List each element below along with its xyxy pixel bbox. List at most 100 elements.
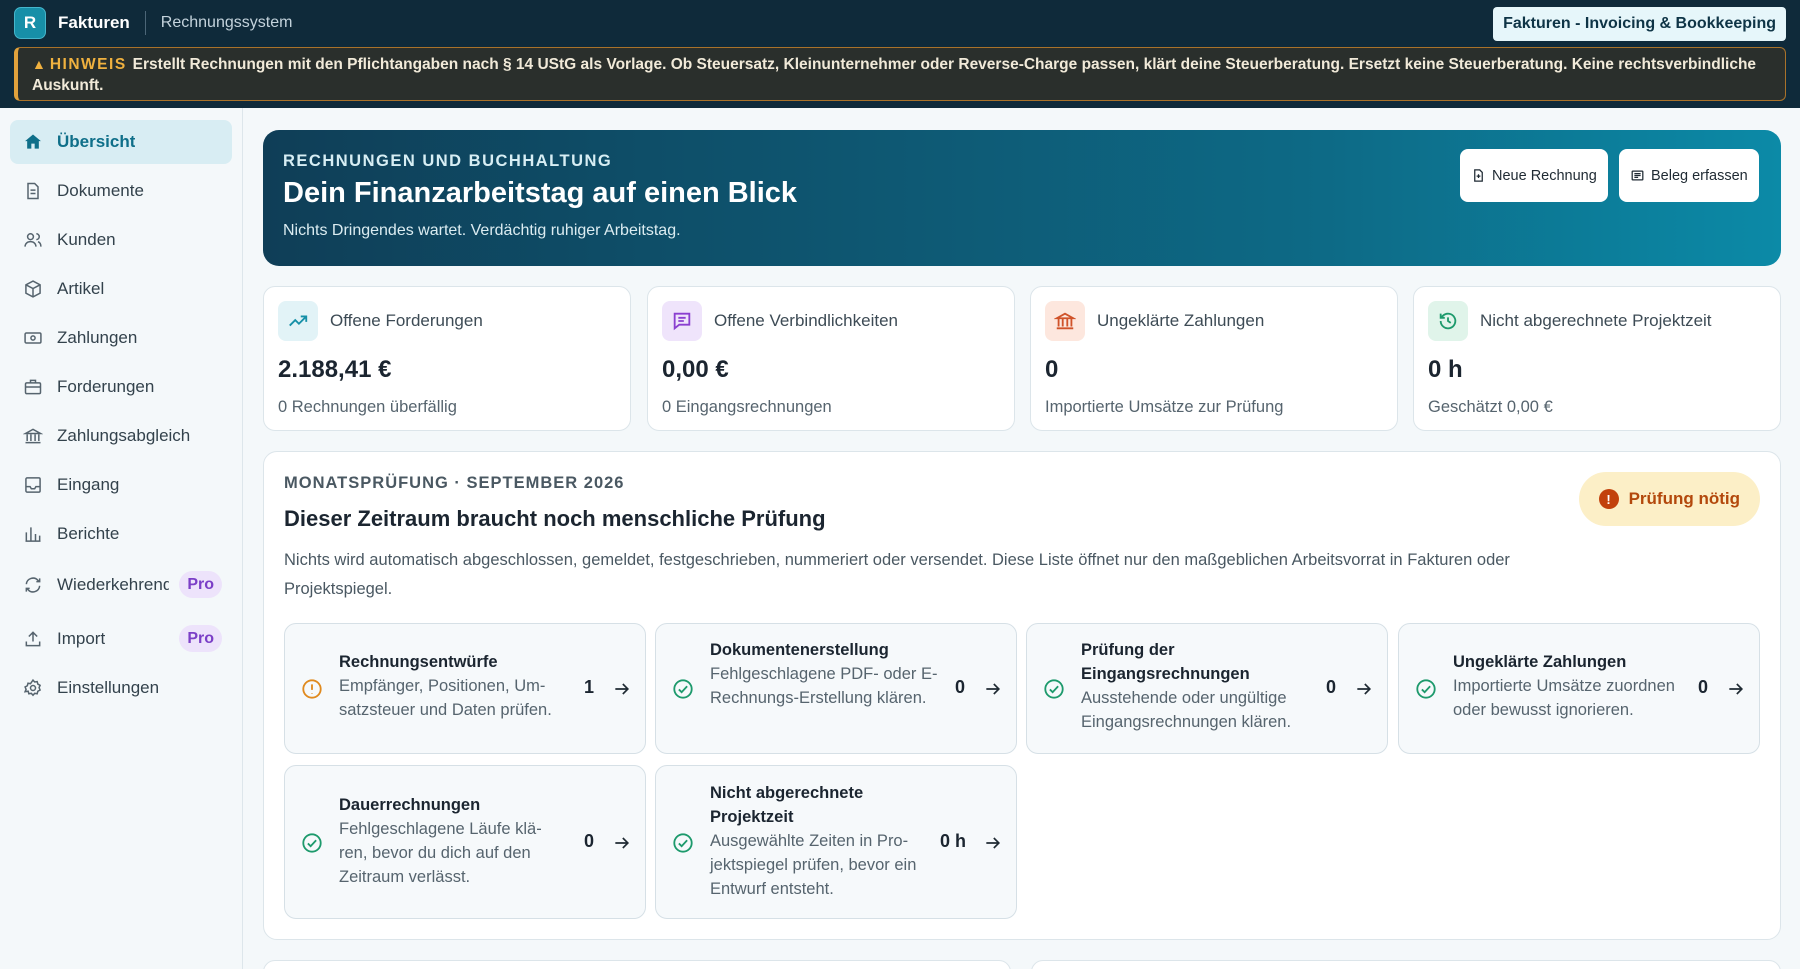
new-invoice-button[interactable]: Neue Rechnung: [1460, 149, 1608, 202]
status-label: Prüfung nötig: [1628, 489, 1740, 508]
sidebar-item-berichte[interactable]: Berichte: [10, 512, 232, 556]
app-subtitle: Rechnungssystem: [160, 14, 293, 31]
sidebar-item-eingang[interactable]: Eingang: [10, 463, 232, 507]
sidebar-item-zahlungsabgleich[interactable]: Zahlungsabgleich: [10, 414, 232, 458]
bottom-card: [263, 960, 1011, 969]
sidebar: Übersicht Dokumente Kunden Artikel Zahlu…: [0, 108, 243, 969]
task-projektzeit[interactable]: Nicht abgerechnete Projektzeit Ausgewähl…: [655, 765, 1017, 919]
notice-text: Erstellt Rechnungen mit den Pflichtangab…: [32, 56, 1757, 94]
status-badge: ! Prüfung nötig: [1578, 472, 1760, 526]
warning-circle-icon: [302, 679, 322, 699]
message-icon: [662, 301, 702, 341]
repeat-icon: [22, 574, 44, 596]
month-title: Dieser Zeitraum braucht noch menschliche…: [284, 506, 826, 531]
arrow-right-icon: [615, 837, 630, 849]
sidebar-item-dokumente[interactable]: Dokumente: [10, 169, 232, 213]
task-dauerrechnungen[interactable]: Dauerrechnungen Fehlgeschlagene Läufe kl…: [284, 765, 646, 919]
task-dokumentenerstellung[interactable]: Dokumentenerstellung Fehlgeschlagene PDF…: [655, 623, 1017, 754]
alert-icon: !: [1598, 489, 1619, 509]
pro-badge: Pro: [179, 571, 222, 598]
arrow-right-icon: [1729, 683, 1744, 695]
task-title: Rechnungsentwürfe: [339, 653, 498, 671]
kpi-card-projektzeit[interactable]: Nicht abgerechnete Projektzeit 0 h Gesch…: [1413, 286, 1781, 431]
pro-badge: Pro: [179, 625, 222, 652]
check-circle-icon: [1044, 679, 1064, 699]
kpi-card-ungeklaerte-zahlungen[interactable]: Ungeklärte Zahlungen 0 Importierte Umsät…: [1030, 286, 1398, 431]
notice-tag: HINWEIS: [49, 56, 127, 73]
brand-label: Fakturen - Invoicing & Bookkeeping: [1493, 7, 1786, 41]
sidebar-item-label: Berichte: [57, 524, 120, 543]
task-body: Fehlgeschlagene Läufe klä-ren, bevor du …: [339, 820, 542, 886]
divider: [144, 11, 146, 35]
app-logo[interactable]: R: [14, 7, 46, 39]
month-review-panel: MONATSPRÜFUNG · SEPTEMBER 2026 Dieser Ze…: [263, 451, 1781, 940]
sidebar-item-label: Wiederkehrende Rechnungen: [57, 575, 169, 594]
hero-subtitle: Nichts Dringendes wartet. Verdächtig ruh…: [283, 222, 681, 239]
kpi-note: Importierte Umsätze zur Prüfung: [1045, 398, 1284, 416]
sidebar-item-wiederkehrende[interactable]: Wiederkehrende Rechnungen Pro: [10, 561, 232, 609]
month-description: Nichts wird automatisch abgeschlossen, g…: [284, 551, 1510, 598]
sidebar-item-import[interactable]: Import Pro: [10, 615, 232, 663]
kpi-note: 0 Rechnungen überfällig: [278, 398, 457, 416]
month-eyebrow: MONATSPRÜFUNG · SEPTEMBER 2026: [284, 474, 625, 492]
task-ungeklaerte-zahlungen[interactable]: Ungeklärte Zahlungen Importierte Umsätze…: [1398, 623, 1760, 754]
sidebar-item-einstellungen[interactable]: Einstellungen: [10, 666, 232, 710]
task-count: 0: [1698, 677, 1709, 697]
bar-chart-icon: [22, 523, 44, 545]
kpi-label: Nicht abgerechnete Projektzeit: [1480, 311, 1712, 330]
sidebar-item-kunden[interactable]: Kunden: [10, 218, 232, 262]
kpi-value: 2.188,41 €: [278, 356, 392, 383]
arrow-right-icon: [986, 683, 1001, 695]
kpi-value: 0 h: [1428, 356, 1463, 383]
warning-icon: ▲: [32, 56, 46, 72]
sidebar-item-forderungen[interactable]: Forderungen: [10, 365, 232, 409]
add-receipt-button[interactable]: Beleg erfassen: [1619, 149, 1759, 202]
task-title: Nicht abgerechnete Projektzeit: [710, 784, 864, 826]
check-circle-icon: [1416, 679, 1436, 699]
sidebar-item-label: Artikel: [57, 279, 105, 298]
task-eingangsrechnungen[interactable]: Prüfung der Eingangsrechnungen Ausstehen…: [1026, 623, 1388, 754]
arrow-right-icon: [1357, 683, 1372, 695]
task-rechnungsentwuerfe[interactable]: Rechnungsentwürfe Empfänger, Positionen,…: [284, 623, 646, 754]
task-count: 0: [584, 831, 595, 851]
kpi-note: Geschätzt 0,00 €: [1428, 398, 1553, 416]
task-title: Dokumentenerstellung: [710, 641, 889, 659]
bank-icon: [22, 425, 44, 447]
kpi-value: 0: [1045, 356, 1059, 383]
sidebar-item-label: Einstellungen: [57, 678, 160, 697]
sidebar-item-label: Forderungen: [57, 377, 155, 396]
sidebar-item-label: Eingang: [57, 475, 120, 494]
sidebar-item-zahlungen[interactable]: Zahlungen: [10, 316, 232, 360]
kpi-label: Ungeklärte Zahlungen: [1097, 311, 1265, 330]
kpi-label: Offene Verbindlichkeiten: [714, 311, 898, 330]
task-count: 0 h: [940, 831, 967, 851]
task-count: 0: [955, 677, 966, 697]
history-icon: [1428, 301, 1468, 341]
task-title: Ungeklärte Zahlungen: [1453, 653, 1627, 671]
kpi-card-offene-verbindlichkeiten[interactable]: Offene Verbindlichkeiten 0,00 € 0 Eingan…: [647, 286, 1015, 431]
sidebar-item-label: Import: [57, 629, 106, 648]
task-count: 0: [1326, 677, 1337, 697]
sidebar-item-label: Zahlungsabgleich: [57, 426, 191, 445]
new-invoice-label: Neue Rechnung: [1492, 167, 1597, 184]
check-circle-icon: [673, 833, 693, 853]
sidebar-item-uebersicht[interactable]: Übersicht: [10, 120, 232, 164]
task-title: Prüfung der Eingangsrechnungen: [1081, 641, 1250, 683]
top-bar: R Fakturen Rechnungssystem Fakturen - In…: [0, 0, 1800, 108]
task-body: Ausstehende oder ungültige Eingangsrechn…: [1081, 689, 1292, 731]
task-title: Dauerrechnungen: [339, 796, 481, 814]
bank-icon: [1045, 301, 1085, 341]
kpi-card-offene-forderungen[interactable]: Offene Forderungen 2.188,41 € 0 Rechnung…: [263, 286, 631, 431]
sidebar-item-artikel[interactable]: Artikel: [10, 267, 232, 311]
legal-notice-banner: ▲ HINWEIS Erstellt Rechnungen mit den Pfli…: [14, 47, 1786, 101]
check-circle-icon: [673, 679, 693, 699]
hero-banner: RECHNUNGEN UND BUCHHALTUNG Dein Finanzar…: [263, 130, 1781, 266]
check-circle-icon: [302, 833, 322, 853]
task-body: Importierte Umsätze zuordnen oder bewuss…: [1453, 677, 1675, 719]
task-body: Ausgewählte Zeiten in Pro-jektspiegel pr…: [710, 832, 917, 898]
sidebar-item-label: Zahlungen: [57, 328, 138, 347]
home-icon: [22, 131, 44, 153]
upload-icon: [22, 628, 44, 650]
trending-up-icon: [278, 301, 318, 341]
app-name: Fakturen: [58, 13, 130, 32]
